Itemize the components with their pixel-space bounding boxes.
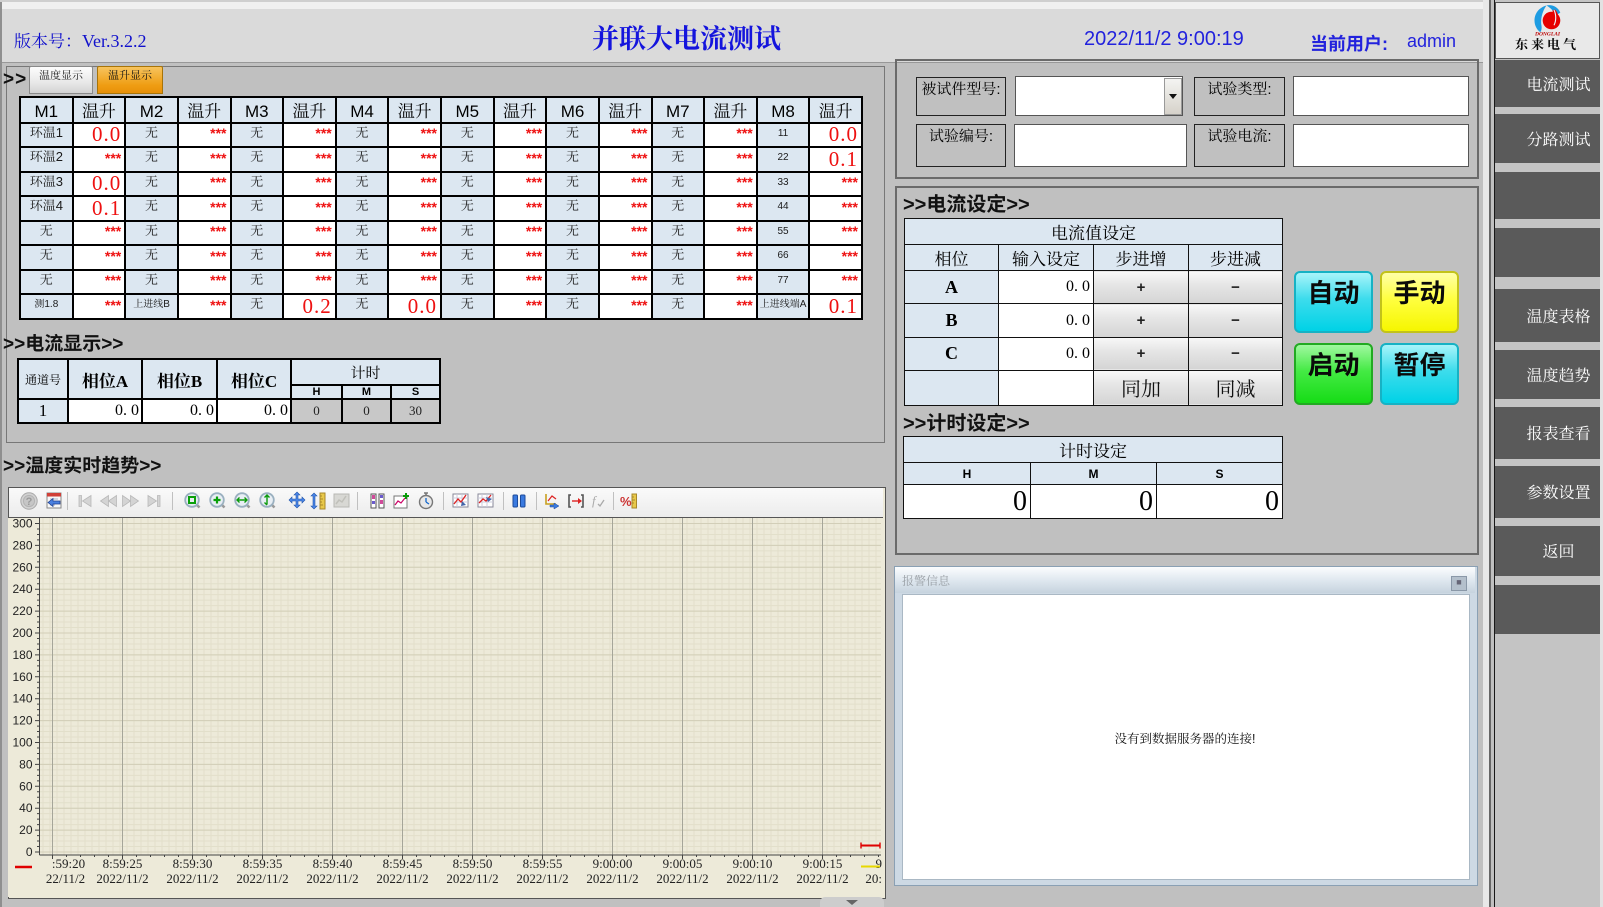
svg-text:100: 100: [12, 736, 32, 750]
svg-text:140: 140: [12, 692, 32, 706]
svg-text:2022/11/2: 2022/11/2: [656, 871, 708, 886]
svg-text:2022/11/2: 2022/11/2: [166, 871, 218, 886]
svg-text:80: 80: [19, 757, 33, 771]
svg-text:220: 220: [12, 604, 32, 618]
svg-text:2022/11/2: 2022/11/2: [586, 871, 638, 886]
svg-text:180: 180: [12, 648, 32, 662]
svg-text:40: 40: [19, 801, 33, 815]
svg-text:2022/11/2: 2022/11/2: [376, 871, 428, 886]
svg-text:160: 160: [12, 670, 32, 684]
svg-text:2022/11/2: 2022/11/2: [726, 871, 778, 886]
svg-text::59:20: :59:20: [52, 856, 85, 871]
svg-text:260: 260: [12, 560, 32, 574]
svg-text:0: 0: [26, 845, 33, 859]
svg-text:280: 280: [12, 538, 32, 552]
svg-text:9: 9: [876, 856, 883, 871]
svg-text:300: 300: [12, 517, 32, 531]
svg-text:?: ?: [26, 496, 33, 508]
svg-text:2022/11/2: 2022/11/2: [796, 871, 848, 886]
svg-text:东来电气: 东来电气: [1515, 34, 1579, 53]
svg-text:2022/11/2: 2022/11/2: [516, 871, 568, 886]
svg-text:2022/11/2: 2022/11/2: [236, 871, 288, 886]
svg-text:2022/11/2: 2022/11/2: [446, 871, 498, 886]
svg-text:2022/11/2: 2022/11/2: [96, 871, 148, 886]
svg-text:f: f: [592, 493, 598, 508]
svg-text:2022/11/2: 2022/11/2: [306, 871, 358, 886]
svg-text:60: 60: [19, 779, 33, 793]
svg-text:200: 200: [12, 626, 32, 640]
svg-text:20:: 20:: [865, 871, 882, 886]
svg-text:20: 20: [19, 823, 33, 837]
svg-text:%: %: [620, 494, 632, 509]
svg-text:120: 120: [12, 714, 32, 728]
svg-text:240: 240: [12, 582, 32, 596]
svg-text:22/11/2: 22/11/2: [46, 871, 85, 886]
